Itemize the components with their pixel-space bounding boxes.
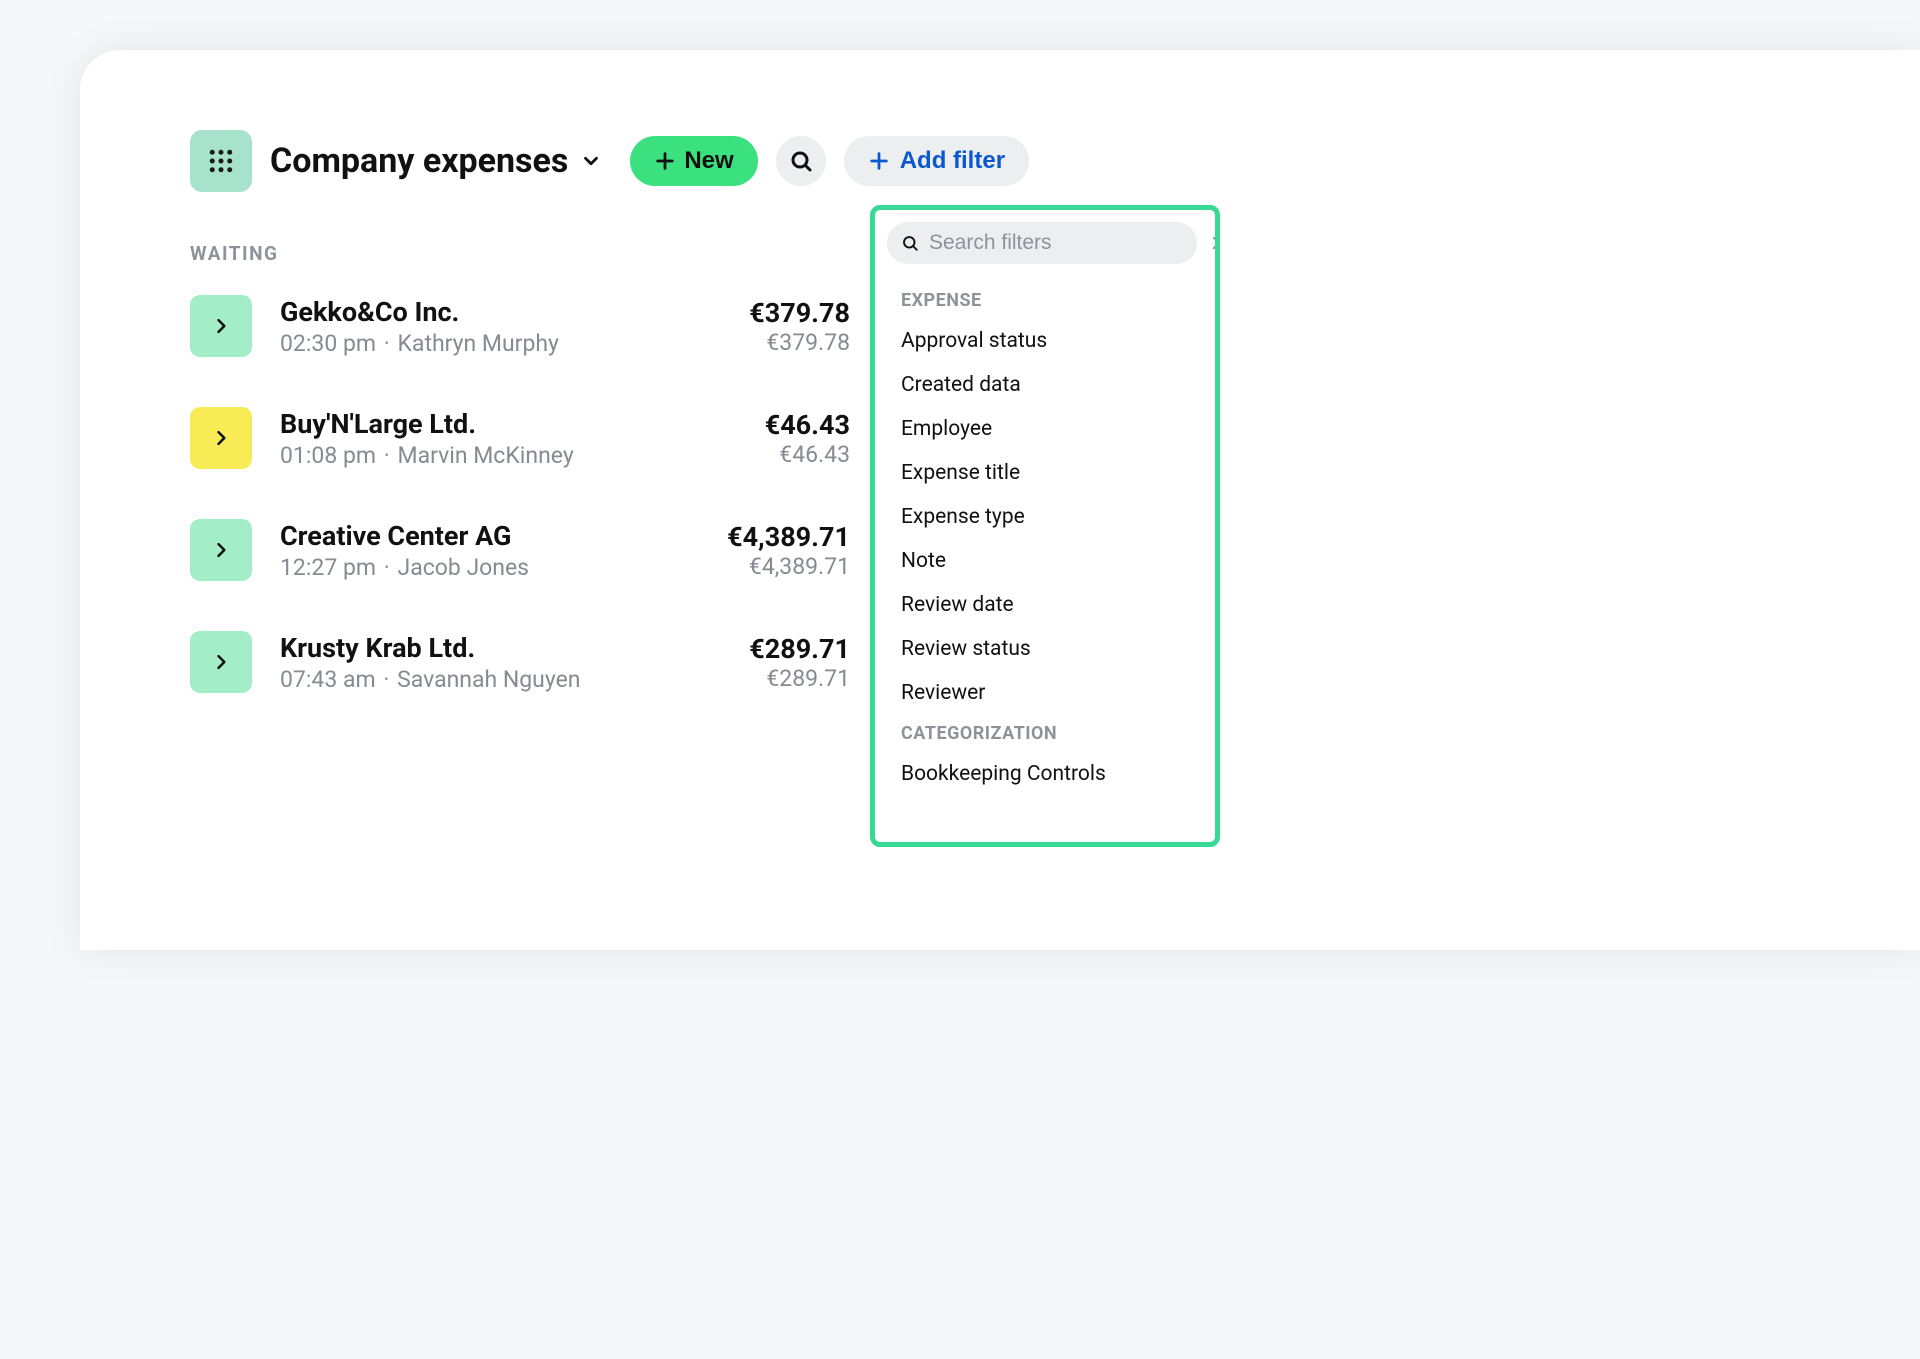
new-button[interactable]: New (630, 136, 757, 186)
amount-secondary: €4,389.71 (727, 553, 850, 580)
expense-status-tile (190, 407, 252, 469)
expense-company: Buy'N'Large Ltd. (280, 408, 737, 440)
amount-primary: €379.78 (749, 297, 850, 329)
expense-time: 07:43 am (280, 666, 376, 693)
search-icon (901, 234, 919, 252)
add-filter-button[interactable]: Add filter (844, 136, 1029, 186)
expense-company: Creative Center AG (280, 520, 699, 552)
filter-option[interactable]: Expense type (887, 495, 1203, 539)
filter-option[interactable]: Employee (887, 407, 1203, 451)
expense-person: Savannah Nguyen (397, 666, 580, 693)
expense-status-tile (190, 631, 252, 693)
amount-secondary: €46.43 (765, 441, 850, 468)
expense-info: Krusty Krab Ltd.07:43 am · Savannah Nguy… (280, 632, 721, 693)
separator-dot: · (378, 666, 395, 693)
expense-row[interactable]: Creative Center AG12:27 pm · Jacob Jones… (190, 519, 850, 581)
filter-option[interactable]: Created data (887, 363, 1203, 407)
header: Company expenses New Add filter (190, 130, 1920, 192)
expense-time: 01:08 pm (280, 442, 376, 469)
app-tile-icon[interactable] (190, 130, 252, 192)
expense-status-tile (190, 295, 252, 357)
expense-time: 12:27 pm (280, 554, 376, 581)
close-icon[interactable] (1210, 234, 1220, 252)
grid-dots-icon (206, 146, 236, 176)
filter-options-list: EXPENSEApproval statusCreated dataEmploy… (887, 282, 1207, 847)
expense-meta: 01:08 pm · Marvin McKinney (280, 442, 737, 469)
expense-person: Kathryn Murphy (398, 330, 559, 357)
amount-primary: €289.71 (749, 633, 850, 665)
filter-option[interactable]: Note (887, 539, 1203, 583)
amount-primary: €4,389.71 (727, 521, 850, 553)
separator-dot: · (378, 442, 395, 469)
plus-icon (654, 150, 676, 172)
chevron-right-icon (211, 652, 231, 672)
separator-dot: · (378, 330, 395, 357)
filter-search[interactable] (887, 222, 1197, 264)
expense-row[interactable]: Buy'N'Large Ltd.01:08 pm · Marvin McKinn… (190, 407, 850, 469)
new-button-label: New (684, 147, 733, 175)
chevron-right-icon (211, 428, 231, 448)
chevron-right-icon (211, 540, 231, 560)
expense-info: Buy'N'Large Ltd.01:08 pm · Marvin McKinn… (280, 408, 737, 469)
filter-option[interactable]: Approval status (887, 319, 1203, 363)
search-icon (789, 149, 813, 173)
filter-option[interactable]: Review status (887, 627, 1203, 671)
expense-info: Creative Center AG12:27 pm · Jacob Jones (280, 520, 699, 581)
filter-option[interactable]: Reviewer (887, 671, 1203, 715)
plus-icon (868, 150, 890, 172)
filter-option[interactable]: Expense title (887, 451, 1203, 495)
expense-amounts: €46.43€46.43 (765, 409, 850, 468)
expense-row[interactable]: Gekko&Co Inc.02:30 pm · Kathryn Murphy €3… (190, 295, 850, 357)
expense-row[interactable]: Krusty Krab Ltd.07:43 am · Savannah Nguy… (190, 631, 850, 693)
expense-amounts: €4,389.71€4,389.71 (727, 521, 850, 580)
filter-search-input[interactable] (929, 231, 1200, 255)
expense-status-tile (190, 519, 252, 581)
app-window: Company expenses New Add filter WAITING … (80, 50, 1920, 950)
expense-person: Jacob Jones (398, 554, 530, 581)
expense-meta: 02:30 pm · Kathryn Murphy (280, 330, 721, 357)
filter-group-label: EXPENSE (887, 282, 1203, 319)
page-title-dropdown[interactable]: Company expenses (270, 141, 602, 181)
expense-time: 02:30 pm (280, 330, 376, 357)
expense-amounts: €379.78€379.78 (749, 297, 850, 356)
filter-panel: EXPENSEApproval statusCreated dataEmploy… (870, 205, 1220, 847)
amount-primary: €46.43 (765, 409, 850, 441)
amount-secondary: €379.78 (749, 329, 850, 356)
page-title-text: Company expenses (270, 141, 568, 181)
search-button[interactable] (776, 136, 826, 186)
chevron-down-icon (580, 150, 602, 172)
expense-amounts: €289.71€289.71 (749, 633, 850, 692)
separator-dot: · (378, 554, 395, 581)
filter-option[interactable]: Bookkeeping Controls (887, 752, 1203, 796)
expense-meta: 07:43 am · Savannah Nguyen (280, 666, 721, 693)
chevron-right-icon (211, 316, 231, 336)
expense-meta: 12:27 pm · Jacob Jones (280, 554, 699, 581)
expense-company: Gekko&Co Inc. (280, 296, 721, 328)
expense-person: Marvin McKinney (398, 442, 574, 469)
expense-company: Krusty Krab Ltd. (280, 632, 721, 664)
expense-info: Gekko&Co Inc.02:30 pm · Kathryn Murphy (280, 296, 721, 357)
amount-secondary: €289.71 (749, 665, 850, 692)
filter-group-label: CATEGORIZATION (887, 715, 1203, 752)
add-filter-label: Add filter (900, 147, 1005, 175)
filter-option[interactable]: Review date (887, 583, 1203, 627)
